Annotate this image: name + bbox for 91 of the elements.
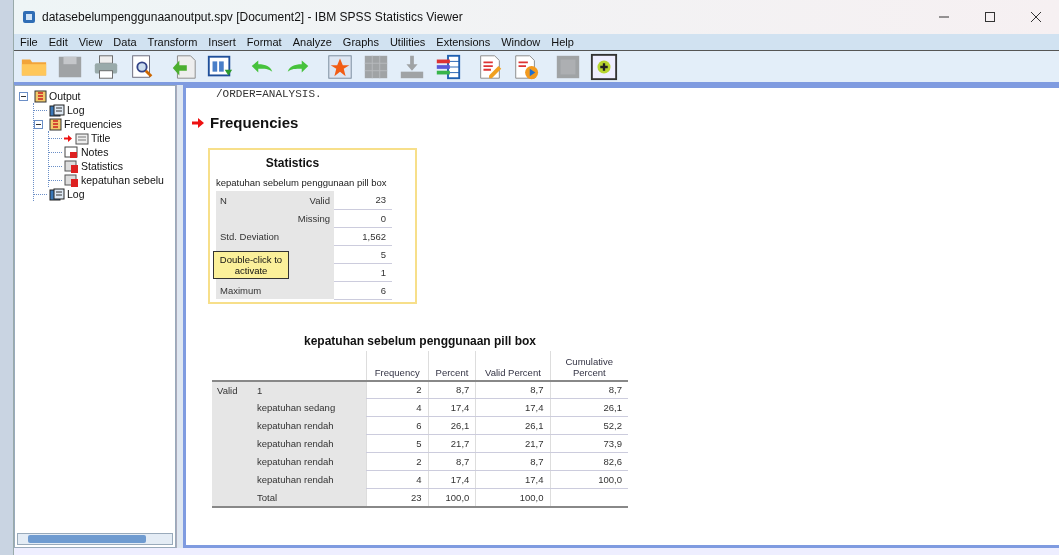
- outline-item[interactable]: Statistics: [81, 160, 123, 172]
- table-cell: 100,0: [550, 470, 628, 489]
- row-label: Missing: [252, 209, 334, 227]
- collapse-toggle[interactable]: [34, 119, 43, 129]
- table-cell: 73,9: [550, 434, 628, 453]
- bar-list-icon: [434, 52, 462, 81]
- menu-item[interactable]: Insert: [205, 36, 244, 48]
- maximize-icon: [985, 12, 995, 22]
- table-cell: 1: [334, 263, 392, 281]
- table-cell: 17,4: [428, 398, 476, 417]
- table-cell: 26,1: [428, 416, 476, 435]
- menu-item[interactable]: Window: [498, 36, 549, 48]
- menu-item[interactable]: File: [17, 36, 46, 48]
- toolbar-button[interactable]: [589, 51, 619, 82]
- row-label: Valid: [252, 191, 334, 209]
- page-icon: [74, 131, 89, 145]
- close-icon: [1031, 12, 1041, 22]
- pointer-arrow-icon: [192, 117, 204, 128]
- row-label: Std. Deviation: [216, 227, 334, 245]
- app-icon: [22, 10, 36, 24]
- menu-item[interactable]: Edit: [45, 36, 76, 48]
- menu-item[interactable]: Help: [548, 36, 582, 48]
- table-cell: 0: [334, 209, 392, 227]
- table-cell: 4: [366, 398, 429, 417]
- page-icon: [64, 145, 79, 159]
- table-cell: 17,4: [475, 470, 550, 489]
- table-page-icon: [64, 159, 79, 173]
- menu-item[interactable]: Analyze: [289, 36, 340, 48]
- column-header: Percent: [428, 350, 476, 381]
- row-label: Maximum: [216, 281, 334, 299]
- table-cell: 26,1: [475, 416, 550, 435]
- notebook-icon: [49, 103, 65, 117]
- table-cell: 1,562: [334, 227, 392, 245]
- pane-splitter[interactable]: [176, 85, 183, 548]
- table-cell: 8,7: [475, 452, 550, 471]
- table-cell: 17,4: [475, 398, 550, 417]
- table-cell: 82,6: [550, 452, 628, 471]
- table-cell: 52,2: [550, 416, 628, 435]
- table-cell: 6: [366, 416, 429, 435]
- row-group-label: Valid: [212, 380, 252, 507]
- column-header: Valid Percent: [475, 350, 550, 381]
- outline-item[interactable]: kepatuhan sebelu: [81, 174, 164, 186]
- table-cell: 8,7: [428, 452, 476, 471]
- menu-item[interactable]: View: [75, 36, 111, 48]
- menu-item[interactable]: Transform: [144, 36, 206, 48]
- menu-item[interactable]: Extensions: [433, 36, 499, 48]
- notebook-icon: [49, 187, 65, 201]
- outline-item[interactable]: Notes: [81, 146, 109, 158]
- row-label: N: [216, 191, 252, 209]
- menu-item[interactable]: Data: [110, 36, 145, 48]
- table-cell: 21,7: [475, 434, 550, 453]
- table-cell: 17,4: [428, 470, 476, 489]
- table-cell: 6: [334, 281, 392, 299]
- outline-item[interactable]: Log: [67, 188, 85, 200]
- table-cell: 5: [366, 434, 429, 453]
- column-header: Cumulative Percent: [550, 350, 628, 381]
- table-cell: 100,0: [428, 488, 476, 507]
- outline-item[interactable]: Frequencies: [64, 118, 122, 130]
- outline-item[interactable]: Title: [91, 132, 111, 144]
- outline-item[interactable]: Log: [67, 104, 85, 116]
- table-cell: 100,0: [475, 488, 550, 507]
- book-icon: [49, 117, 62, 131]
- table-subtitle: kepatuhan sebelum penggunaan pill box: [216, 177, 388, 188]
- column-header: Frequency: [366, 350, 429, 381]
- table-cell: 23: [334, 191, 392, 209]
- table-cell: 4: [366, 470, 429, 489]
- section-heading: Frequencies: [210, 114, 299, 131]
- table-cell: 23: [366, 488, 429, 507]
- menu-item[interactable]: Format: [243, 36, 290, 48]
- table-cell: 5: [334, 245, 392, 263]
- table-cell: 8,7: [475, 380, 550, 399]
- table-page-icon: [64, 173, 79, 187]
- table-cell: 2: [366, 452, 429, 471]
- table-cell: 2: [366, 380, 429, 399]
- table-cell: 8,7: [428, 380, 476, 399]
- table-cell: 21,7: [428, 434, 476, 453]
- outline-item[interactable]: Output: [49, 90, 81, 102]
- syntax-text: /ORDER=ANALYSIS.: [216, 88, 322, 100]
- window-title: datasebelumpenggunaanoutput.spv [Document2] - IBM SPSS Statistics Viewer: [42, 10, 464, 24]
- menu-item[interactable]: Graphs: [339, 36, 387, 48]
- table-cell: 8,7: [550, 380, 628, 399]
- horizontal-scrollbar[interactable]: [17, 533, 173, 545]
- tooltip: Double-click to activate: [213, 251, 289, 279]
- statistics-table-frame[interactable]: Statistics kepatuhan sebelum penggunaan pill box N Valid 23 Missing 0 Std. Deviation 1,562 5 1 Maximum 6 Double-click to activate: [208, 148, 417, 304]
- book-icon: [34, 89, 47, 103]
- table-title: Statistics: [264, 156, 321, 170]
- menu-item[interactable]: Utilities: [386, 36, 434, 48]
- collapse-toggle[interactable]: [19, 91, 28, 101]
- table-cell: 26,1: [550, 398, 628, 417]
- table-title: kepatuhan sebelum penggunaan pill box: [303, 333, 537, 348]
- page-play-icon: [512, 52, 540, 81]
